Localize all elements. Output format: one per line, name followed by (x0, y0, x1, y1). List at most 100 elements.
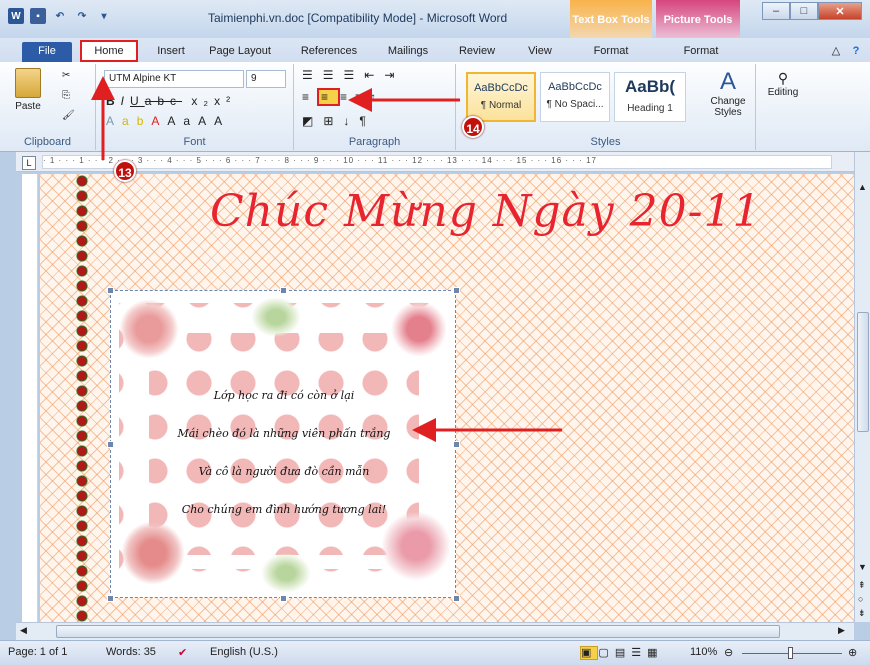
resize-handle[interactable] (107, 441, 114, 448)
resize-handle[interactable] (107, 287, 114, 294)
style-no-spacing[interactable]: AaBbCcDc ¶ No Spaci... (540, 72, 610, 122)
resize-handle[interactable] (280, 287, 287, 294)
bullets-icon[interactable]: ☰ (302, 68, 323, 82)
window-controls: – □ ✕ (762, 2, 862, 20)
paste-button[interactable]: Paste (6, 68, 50, 112)
word-app-icon[interactable]: W (8, 8, 24, 24)
tab-page-layout[interactable]: Page Layout (204, 42, 276, 62)
sort-icon[interactable]: ↓ (343, 114, 359, 128)
poem-line-3: Và cô là người đưa đò cần mẫn (198, 465, 370, 478)
print-layout-icon[interactable]: ▣ (580, 646, 599, 660)
resize-handle[interactable] (453, 287, 460, 294)
font-color-icon[interactable]: A (151, 114, 167, 128)
undo-icon[interactable]: ↶ (52, 8, 68, 24)
document-page[interactable]: Chúc Mừng Ngày 20-11 Lớp học ra đi có cò… (40, 174, 854, 622)
browse-object-icon[interactable]: ○ (858, 594, 863, 604)
tab-home[interactable]: Home (80, 40, 138, 62)
language-indicator[interactable]: English (U.S.) (210, 646, 278, 658)
tab-view[interactable]: View (520, 42, 560, 62)
zoom-slider-thumb[interactable] (788, 647, 793, 659)
tab-review[interactable]: Review (452, 42, 502, 62)
style-heading-1-sample: AaBb( (624, 77, 676, 96)
align-right-icon[interactable]: ≡ (340, 90, 355, 104)
justify-icon[interactable]: ≡ (355, 90, 370, 104)
change-styles-icon: A (719, 68, 736, 95)
scroll-left-icon[interactable]: ◀ (20, 625, 27, 636)
zoom-in-icon[interactable]: ⊕ (848, 646, 857, 659)
vertical-scrollbar[interactable]: ▲ ▼ ⇞ ○ ⇟ (854, 152, 870, 622)
save-icon[interactable]: ▪ (30, 8, 46, 24)
minimize-ribbon-icon[interactable]: △ (828, 42, 844, 62)
web-layout-icon[interactable]: ▤ (615, 647, 631, 659)
scroll-right-icon[interactable]: ▶ (838, 625, 845, 636)
scroll-up-icon[interactable]: ▲ (858, 182, 867, 192)
zoom-level[interactable]: 110% (690, 646, 717, 658)
resize-handle[interactable] (280, 595, 287, 602)
help-icon[interactable]: ? (848, 42, 864, 62)
format-painter-icon[interactable]: 🖌 (62, 110, 75, 121)
resize-handle[interactable] (453, 595, 460, 602)
customize-qat-icon[interactable]: ▾ (96, 8, 112, 24)
scroll-down-icon[interactable]: ▼ (858, 562, 867, 572)
tab-format-picture[interactable]: Format (676, 42, 726, 62)
tab-format-textbox[interactable]: Format (586, 42, 636, 62)
proofing-icon[interactable]: ✔ (178, 646, 187, 659)
zoom-out-icon[interactable]: ⊖ (724, 646, 733, 659)
flower-decoration (391, 301, 447, 357)
show-marks-icon[interactable]: ¶ (359, 114, 375, 128)
change-styles-button[interactable]: A Change Styles (704, 68, 752, 118)
resize-handle[interactable] (107, 595, 114, 602)
align-left-icon[interactable]: ≡ (302, 90, 317, 104)
grow-font-icon[interactable]: A (198, 114, 214, 128)
shrink-font-icon[interactable]: A (214, 114, 230, 128)
text-box[interactable]: Lớp học ra đi có còn ở lại Mái chèo đó l… (107, 287, 460, 602)
full-screen-icon[interactable]: ▢ (598, 647, 614, 659)
text-effects-icon[interactable]: A (106, 114, 122, 128)
tab-selector[interactable]: L (22, 156, 36, 170)
shading-icon[interactable]: ◩ (302, 114, 323, 128)
cut-icon[interactable]: ✂ (62, 70, 70, 81)
highlight-icon[interactable]: ab (122, 114, 151, 128)
next-page-icon[interactable]: ⇟ (858, 608, 866, 619)
font-size-select[interactable]: 9 (246, 70, 286, 88)
styles-label: Styles (590, 136, 621, 148)
horizontal-scrollbar[interactable]: ◀ ▶ (16, 622, 854, 640)
horizontal-ruler[interactable]: · 1 · · · 1 · · · 2 · · · 3 · · · 4 · · … (16, 152, 854, 172)
previous-page-icon[interactable]: ⇞ (858, 580, 866, 591)
outline-icon[interactable]: ☰ (631, 647, 647, 659)
minimize-button[interactable]: – (762, 2, 790, 20)
vertical-ruler[interactable] (22, 174, 38, 622)
decrease-indent-icon[interactable]: ⇤ (364, 68, 384, 82)
word-count[interactable]: Words: 35 (106, 646, 156, 658)
italic-icon[interactable]: I (121, 94, 130, 108)
font-name-select[interactable]: UTM Alpine KT (104, 70, 244, 88)
close-button[interactable]: ✕ (818, 2, 862, 20)
tab-references[interactable]: References (296, 42, 362, 62)
align-center-icon[interactable]: ≡ (317, 88, 341, 106)
underline-icon[interactable]: U (130, 94, 145, 108)
tab-file[interactable]: File (22, 42, 72, 62)
subscript-icon[interactable]: x₂ (191, 94, 214, 108)
line-spacing-icon[interactable]: ↕ (370, 90, 384, 104)
strikethrough-icon[interactable]: abc (145, 94, 182, 108)
style-heading-1[interactable]: AaBb( Heading 1 (614, 72, 686, 122)
multilevel-list-icon[interactable]: ☰ (344, 68, 365, 82)
editing-button[interactable]: ⚲ Editing (760, 70, 806, 98)
tab-insert[interactable]: Insert (148, 42, 194, 62)
copy-icon[interactable]: ⎘ (62, 90, 70, 101)
numbering-icon[interactable]: ☰ (323, 68, 344, 82)
borders-icon[interactable]: ⊞ (323, 114, 343, 128)
change-case-icon[interactable]: Aa (167, 114, 198, 128)
maximize-button[interactable]: □ (790, 2, 818, 20)
draft-icon[interactable]: ▦ (647, 647, 663, 659)
style-normal[interactable]: AaBbCcDc ¶ Normal (466, 72, 536, 122)
horizontal-scroll-thumb[interactable] (56, 625, 780, 638)
bold-icon[interactable]: B (106, 94, 121, 108)
vertical-scroll-thumb[interactable] (857, 312, 869, 432)
redo-icon[interactable]: ↷ (74, 8, 90, 24)
tab-mailings[interactable]: Mailings (380, 42, 436, 62)
superscript-icon[interactable]: x² (214, 94, 236, 108)
page-count[interactable]: Page: 1 of 1 (8, 646, 67, 658)
resize-handle[interactable] (453, 441, 460, 448)
increase-indent-icon[interactable]: ⇥ (384, 68, 404, 82)
